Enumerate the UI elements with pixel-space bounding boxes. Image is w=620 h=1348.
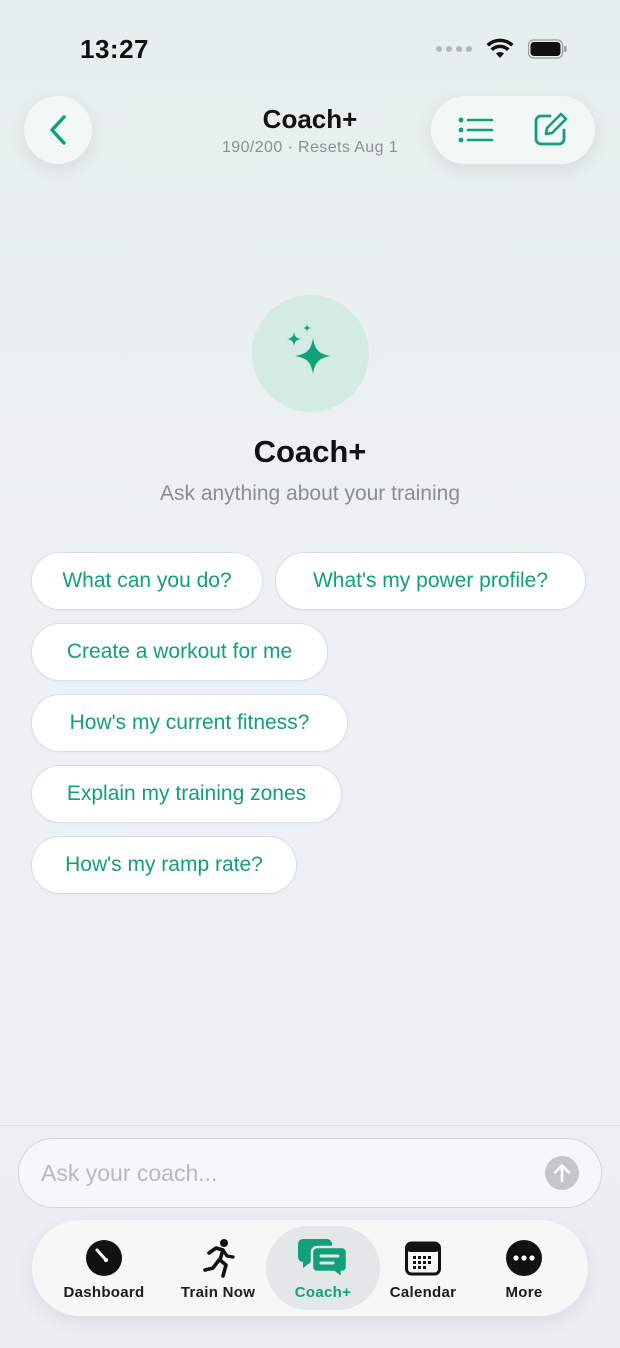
send-button[interactable] [545,1156,579,1190]
suggestion-chip[interactable]: How's my ramp rate? [31,836,297,894]
status-icons [436,38,568,60]
wifi-icon [486,38,514,58]
suggestion-chip[interactable]: How's my current fitness? [31,694,348,752]
compose-icon [534,112,568,146]
tab-dashboard[interactable]: Dashboard [46,1226,162,1310]
message-composer [18,1138,602,1208]
ellipsis-circle-icon [506,1240,542,1276]
tab-coach[interactable]: Coach+ [266,1226,380,1310]
new-chat-button[interactable] [522,102,578,158]
status-time: 13:27 [80,34,149,64]
runner-icon [203,1239,235,1278]
tab-label: Calendar [389,1284,457,1301]
tab-calendar[interactable]: Calendar [372,1226,474,1310]
sparkles-icon [286,323,331,374]
tab-label: More [505,1284,543,1301]
hero-title: Coach+ [253,434,367,469]
tab-label: Train Now [180,1284,256,1301]
suggestion-chip[interactable]: What's my power profile? [275,552,586,610]
calendar-icon [405,1241,441,1276]
tab-label: Coach+ [294,1284,352,1301]
coach-avatar [252,295,369,412]
suggestion-chip[interactable]: Create a workout for me [31,623,328,681]
header-actions [431,96,595,164]
hero-subtitle: Ask anything about your training [159,482,461,505]
tab-more[interactable]: More [474,1226,574,1310]
tab-label: Dashboard [63,1284,145,1301]
message-input[interactable] [41,1159,545,1187]
chevron-left-icon [50,115,66,145]
tab-train-now[interactable]: Train Now [162,1226,274,1310]
battery-icon [528,39,567,59]
gauge-icon [86,1240,122,1276]
arrow-up-icon [553,1164,571,1183]
composer-divider [0,1125,620,1126]
history-list-button[interactable] [448,102,504,158]
back-button[interactable] [24,96,92,164]
tab-bar: Dashboard Train Now Coach+ Calendar More [32,1220,588,1316]
status-bar: 13:27 [0,0,620,100]
suggestion-chip[interactable]: What can you do? [31,552,263,610]
list-icon [458,117,494,143]
cellular-signal-icon [436,46,472,52]
chat-bubbles-icon [298,1239,349,1279]
suggestion-chip[interactable]: Explain my training zones [31,765,342,823]
